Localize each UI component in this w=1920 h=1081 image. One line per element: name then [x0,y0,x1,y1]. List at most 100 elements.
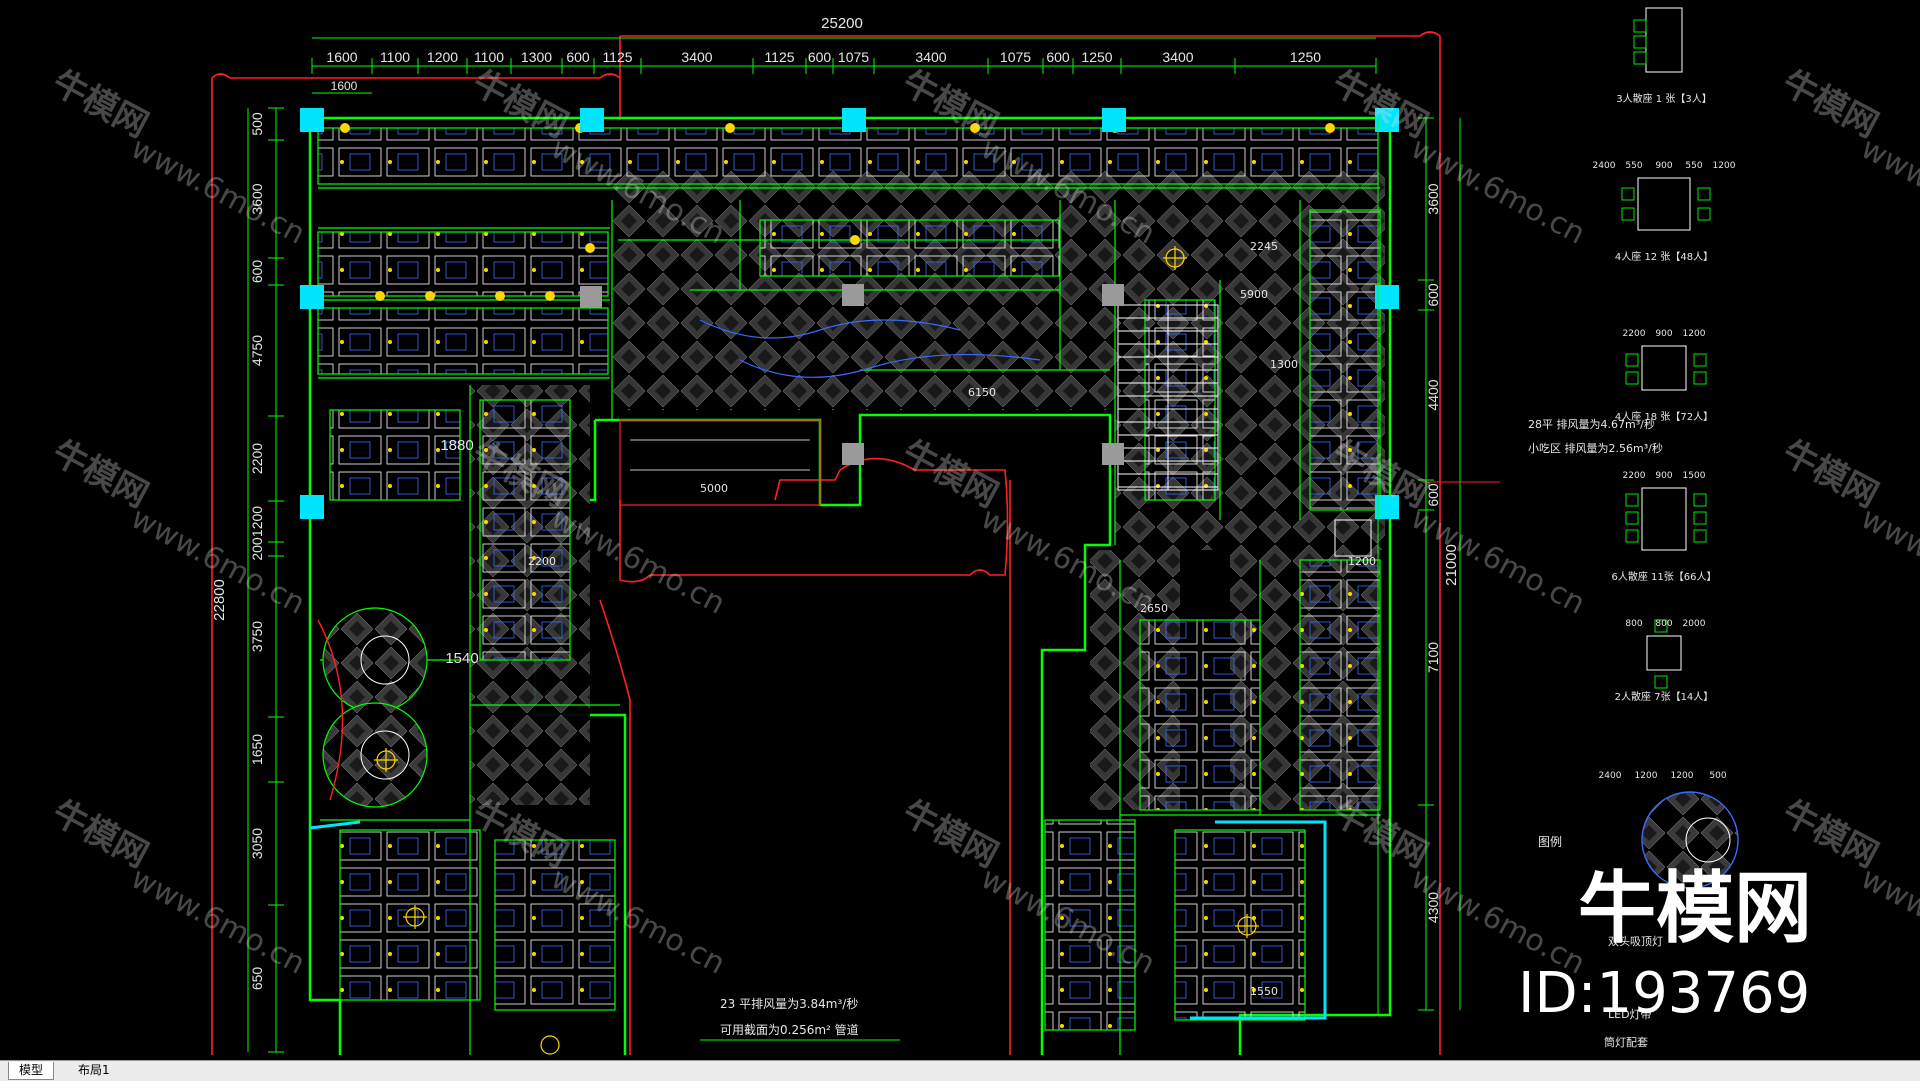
downlight [585,243,595,253]
legend-chair [1633,51,1647,65]
watermark-url: www.6mo.cn [1405,501,1591,622]
floor-plan-drawing: 25200 1600 1100 1200 1100 1300 600 1125 3400 112… [46,0,1920,1055]
legend-chair [1693,371,1707,385]
dim-left-segment: 4750 [249,335,265,366]
dim-left-segment: 500 [249,112,265,136]
watermark-cn: 牛模网 [46,793,155,876]
legend-dim: 550 [1685,161,1702,171]
legend-chair [1625,511,1639,525]
dim-top-segment: 1125 [602,49,632,65]
dim-top-segment: 600 [1046,49,1070,65]
legend-table [1641,487,1687,551]
legend-chair [1633,35,1647,49]
legend-dim: 1800 [1668,0,1691,1]
watermark-cn: 牛模网 [46,433,155,516]
legend-dim: 2400 [1599,771,1622,781]
legend-dim: 1500 [1683,471,1706,481]
legend-caption: 4人座 12 张【48人】 [1615,250,1713,263]
dim-left-segment: 3050 [249,828,265,859]
dim-top-segment: 600 [808,49,832,65]
dim-top-segment: 1300 [521,49,552,65]
legend-chair [1621,187,1635,201]
label-room-d: 5000 [700,482,728,495]
legend-chair [1625,353,1639,367]
dim-top-segment: 600 [566,49,590,65]
watermark-cn: 牛模网 [896,793,1005,876]
column [1375,285,1399,309]
legend-chair [1693,493,1707,507]
legend-dim: 900 [1655,471,1672,481]
dim-top-segment: 1100 [474,49,504,65]
legend-caption: 6人散座 11张【66人】 [1612,570,1717,583]
label-room-e: 5900 [1240,288,1268,301]
legend-chair [1625,371,1639,385]
column [842,108,866,132]
legend-dim: 550 [1625,161,1642,171]
brand-id: ID:193769 [1518,961,1810,1026]
legend-dim: 2400 [1593,161,1616,171]
dim-top-segment: 1200 [427,49,458,65]
dim-left-segment: 650 [249,967,265,991]
legend-dim: 900 [1655,161,1672,171]
legend-chair [1693,353,1707,367]
watermark-cn: 牛模网 [1776,433,1885,516]
legend-chair [1625,529,1639,543]
legend-dim: 900 [1640,0,1657,1]
dim-top-segment: 3400 [915,49,946,65]
downlight [725,123,735,133]
legend-chair [1625,493,1639,507]
watermark-url: www.6mo.cn [1855,861,1920,982]
legend-dim: 1200 [1713,161,1736,171]
legend-dim: 800 [1655,619,1672,629]
dim-left-segment: 1200 [249,506,265,537]
label-room-g: 2245 [1250,240,1278,253]
dim-sub-top: 1600 [331,79,358,93]
dim-top-segment: 1250 [1290,49,1321,65]
watermark-url: www.6mo.cn [1855,501,1920,622]
legend-dim: 2000 [1683,619,1706,629]
legend-caption: 2人散座 7张【14人】 [1615,690,1714,703]
layout-tab-bar: 模型 布局1 [0,1060,1920,1081]
legend-caption: 4人座 18 张【72人】 [1615,410,1713,423]
column [1102,108,1126,132]
downlight [495,291,505,301]
watermark-url: www.6mo.cn [125,861,311,982]
cad-drawing-canvas[interactable]: 25200 1600 1100 1200 1100 1300 600 1125 3400 112… [0,0,1920,1060]
label-room-f: 6150 [968,386,996,399]
dim-top-segment: 1600 [326,49,357,65]
legend-chair [1697,187,1711,201]
tab-layout-1[interactable]: 布局1 [68,1062,120,1079]
legend-dim: 2200 [1623,329,1646,339]
legend-item-3: 筒灯配套 [1604,1035,1648,1049]
dim-left-segment: 200 [249,537,265,561]
legend-table [1646,635,1682,671]
legend-table [1645,7,1683,73]
label-room-h: 1300 [1270,358,1298,371]
note-exhaust-volume: 23 平排风量为3.84m³/秒 [720,997,858,1011]
label-room-c: 2200 [528,555,556,568]
label-room-b: 1540 [445,650,478,667]
downlight [425,291,435,301]
downlight [850,235,860,245]
tab-model[interactable]: 模型 [8,1062,55,1080]
round-tables [317,607,428,808]
legend-chair [1654,675,1668,689]
legend-dim: 800 [1625,619,1642,629]
watermark-cn: 牛模网 [1776,63,1885,146]
brand-logo-text: 牛模网 [1578,864,1812,954]
legend-dim: 500 [1709,771,1726,781]
downlight [545,291,555,301]
downlight [340,123,350,133]
downlight [375,291,385,301]
column [300,108,324,132]
watermark-cn: 牛模网 [896,433,1005,516]
dim-total-left: 22800 [211,579,228,621]
legend-dim: 1200 [1671,771,1694,781]
dim-left-segment: 3750 [249,621,265,652]
note-duct-section: 可用截面为0.256m² 管道 [720,1022,859,1037]
legend-dim: 900 [1655,329,1672,339]
label-room-i: 1200 [1348,555,1376,568]
dim-total-top: 25200 [821,15,863,32]
dim-top-segment: 3400 [1162,49,1193,65]
dim-top-segment: 1100 [380,49,410,65]
